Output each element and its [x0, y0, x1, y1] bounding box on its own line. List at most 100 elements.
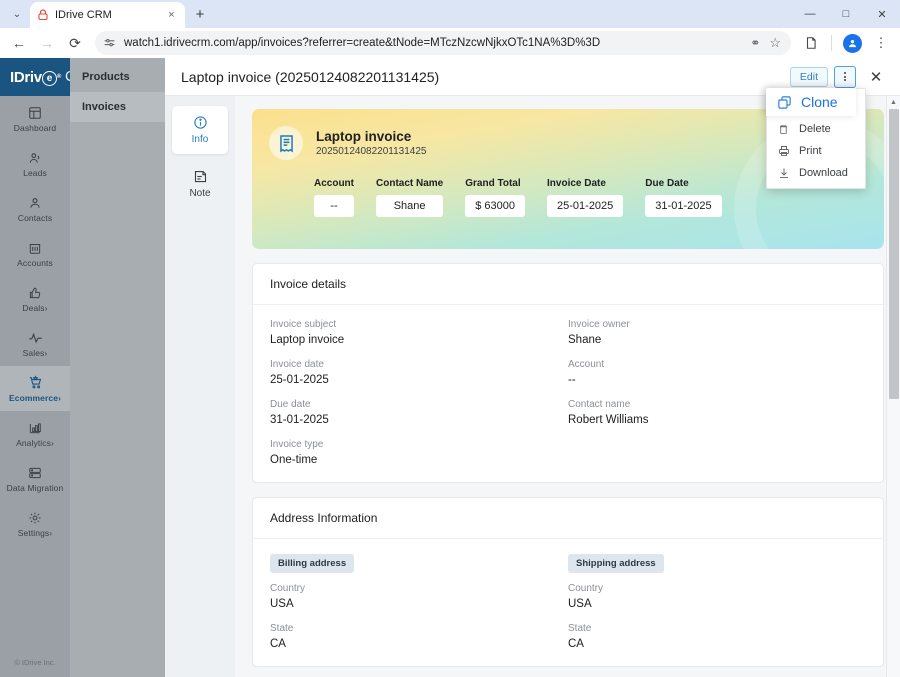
invoice-receipt-icon [269, 126, 303, 160]
tab-label: Info [191, 134, 209, 145]
field-label: State [568, 623, 592, 634]
idrive-lock-icon [36, 9, 49, 22]
billing-address-chip: Billing address [270, 554, 355, 573]
browser-window: ⌄ IDrive CRM × + — □ ✕ ← → ⟳ watch1.idri… [0, 0, 900, 677]
tab-note[interactable]: Note [172, 160, 228, 208]
address-information-panel: Address Information Billing address Coun… [252, 497, 884, 667]
field-label: Invoice subject [270, 319, 337, 330]
invoice-number: 20250124082201131425 [316, 146, 427, 157]
browser-menu-icon[interactable]: ⋮ [868, 30, 894, 56]
sidebar-item-ecommerce[interactable]: Ecommerce› [0, 366, 70, 411]
edit-button[interactable]: Edit [789, 66, 828, 87]
field-value: 31-01-2025 [270, 414, 329, 426]
sidebar-item-leads[interactable]: Leads [0, 141, 70, 186]
tab-search-chevron-icon[interactable]: ⌄ [4, 1, 30, 27]
detail-field-contact-name: Contact name Robert Williams [568, 399, 866, 426]
extensions-icon[interactable] [798, 30, 824, 56]
sidebar-label: Ecommerce› [8, 392, 62, 403]
crm-application: IDrive®CRM Dashboard Lea [0, 58, 900, 677]
sidebar-item-settings[interactable]: Settings› [0, 501, 70, 546]
detail-field-invoice-type: Invoice type One-time [270, 439, 568, 466]
summary-field-account: Account -- [314, 178, 354, 217]
detail-field-empty [568, 439, 866, 466]
field-label: Invoice date [270, 359, 324, 370]
detail-field-due-date: Due date 31-01-2025 [270, 399, 568, 426]
field-label: Due Date [645, 178, 689, 189]
reload-icon[interactable]: ⟳ [62, 30, 88, 56]
logo-e-circle: e [41, 70, 57, 86]
logo-registered-mark: ® [56, 74, 61, 80]
sidebar-item-contacts[interactable]: Contacts [0, 186, 70, 231]
sales-icon [28, 330, 43, 346]
app-logo[interactable]: IDrive®CRM [0, 58, 97, 96]
trash-icon [777, 124, 790, 135]
site-settings-icon[interactable] [103, 36, 117, 50]
field-label: Account [568, 359, 605, 370]
subnav-item-products[interactable]: Products [70, 62, 165, 92]
sidebar-label: Analytics› [16, 437, 54, 448]
browser-tab[interactable]: IDrive CRM × [30, 2, 185, 28]
back-icon[interactable]: ← [6, 30, 32, 56]
window-maximize-button[interactable]: □ [828, 0, 864, 28]
field-value: Shane [568, 334, 602, 346]
toolbar-divider [831, 35, 832, 51]
section-heading: Invoice details [253, 264, 883, 305]
sidebar-label: Deals› [22, 302, 48, 313]
accounts-icon [28, 240, 42, 256]
new-tab-button[interactable]: + [187, 1, 213, 27]
sidebar-item-analytics[interactable]: Analytics› [0, 411, 70, 456]
field-value: CA [270, 638, 286, 650]
detail-tabs: Info Note [165, 96, 235, 677]
shipping-address-chip: Shipping address [568, 554, 664, 573]
sidebar-footer: © IDrive Inc. [14, 657, 56, 667]
tab-title: IDrive CRM [55, 9, 112, 21]
close-detail-button[interactable]: ✕ [864, 65, 888, 89]
info-icon [193, 115, 208, 130]
logo-word: IDriv [10, 68, 42, 86]
field-value: 31-01-2025 [645, 195, 722, 217]
field-value: One-time [270, 454, 318, 466]
invoice-details-panel: Invoice details Invoice subject Laptop i… [252, 263, 884, 483]
sidebar-label: Accounts [17, 257, 53, 268]
save-password-icon[interactable]: ⚭ [750, 36, 760, 50]
field-label: Country [568, 583, 604, 594]
contacts-icon [28, 195, 42, 211]
leads-icon [28, 150, 42, 166]
detail-field-invoice-owner: Invoice owner Shane [568, 319, 866, 346]
menu-item-label: Print [799, 145, 822, 157]
detail-field-account: Account -- [568, 359, 866, 386]
bookmark-star-icon[interactable]: ☆ [769, 35, 781, 51]
more-options-button[interactable] [834, 65, 856, 88]
tab-strip: ⌄ IDrive CRM × + — □ ✕ [0, 0, 900, 28]
field-label: Account [314, 178, 354, 189]
field-value: 25-01-2025 [547, 195, 624, 217]
profile-avatar[interactable] [839, 30, 865, 56]
tab-info[interactable]: Info [172, 106, 228, 154]
address-bar-url: watch1.idrivecrm.com/app/invoices?referr… [124, 37, 601, 49]
sidebar-item-sales[interactable]: Sales› [0, 321, 70, 366]
billing-address-block: Billing address Country USA State CA [270, 553, 568, 650]
window-close-button[interactable]: ✕ [864, 0, 900, 28]
printer-icon [777, 145, 790, 157]
sidebar-label: Data Migration [6, 482, 64, 493]
menu-item-clone[interactable]: Clone [766, 88, 856, 116]
scroll-up-arrow-icon[interactable]: ▲ [887, 96, 900, 109]
field-value: 25-01-2025 [270, 374, 329, 386]
vertical-scrollbar[interactable]: ▲ ▼ [886, 96, 900, 677]
sidebar-item-dashboard[interactable]: Dashboard [0, 96, 70, 141]
field-label: Invoice type [270, 439, 324, 450]
forward-icon[interactable]: → [34, 30, 60, 56]
scrollbar-thumb[interactable] [889, 109, 899, 399]
tab-close-icon[interactable]: × [164, 8, 179, 23]
menu-item-print[interactable]: Print [767, 140, 865, 162]
sidebar-item-accounts[interactable]: Accounts [0, 231, 70, 276]
window-minimize-button[interactable]: — [792, 0, 828, 28]
sidebar-item-data-migration[interactable]: Data Migration [0, 456, 70, 501]
analytics-icon [28, 420, 42, 436]
actions-dropdown-menu: Delete Print Download Clone [766, 88, 866, 189]
address-bar[interactable]: watch1.idrivecrm.com/app/invoices?referr… [95, 31, 791, 55]
sidebar-item-deals[interactable]: Deals› [0, 276, 70, 321]
menu-item-delete[interactable]: Delete [767, 118, 865, 140]
subnav-item-invoices[interactable]: Invoices [70, 92, 165, 122]
menu-item-download[interactable]: Download [767, 162, 865, 184]
